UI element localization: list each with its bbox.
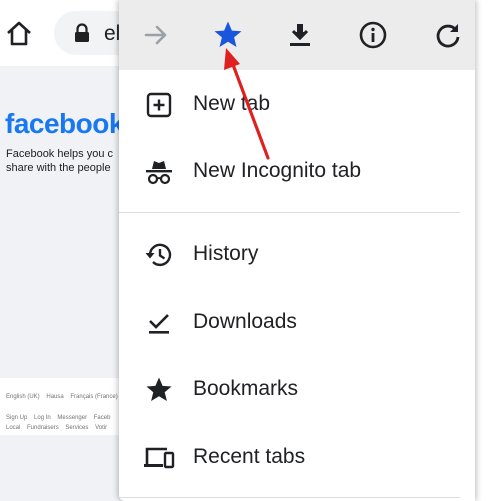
menu-divider	[119, 212, 460, 213]
download-icon[interactable]	[277, 12, 323, 58]
footer-link[interactable]: Messenger	[57, 415, 87, 421]
page-edge	[475, 0, 493, 501]
menu-item-label: New tab	[193, 92, 271, 115]
home-icon[interactable]	[4, 18, 34, 48]
menu-item-label: Recent tabs	[193, 445, 306, 468]
history-icon	[143, 239, 175, 271]
downloads-check-icon	[143, 307, 175, 339]
language-link[interactable]: Français (France)	[70, 394, 117, 400]
info-icon[interactable]	[350, 12, 396, 58]
facebook-logo: facebook	[5, 108, 124, 139]
devices-icon	[143, 442, 175, 474]
footer-link[interactable]: Sign Up	[6, 415, 27, 421]
language-list: English (UK) Hausa Français (France)	[6, 394, 123, 400]
menu-item-label: History	[193, 242, 259, 265]
footer-link[interactable]: Fundraisers	[27, 425, 59, 431]
menu-item-history[interactable]: History	[119, 224, 475, 284]
language-link[interactable]: Hausa	[46, 394, 63, 400]
arrow-forward-icon[interactable]	[133, 12, 179, 58]
new-tab-icon	[143, 89, 175, 121]
footer-link[interactable]: Services	[65, 425, 88, 431]
footer-link[interactable]: Votir	[95, 425, 107, 431]
facebook-tagline: Facebook helps you c share with the peop…	[6, 147, 121, 175]
overflow-menu: New tab New Incognito tab History Downlo…	[119, 0, 475, 501]
star-icon[interactable]	[205, 12, 251, 58]
menu-divider	[119, 497, 460, 498]
bookmarks-star-icon	[143, 374, 175, 406]
url-text: el	[104, 22, 121, 45]
menu-item-label: Bookmarks	[193, 377, 299, 400]
menu-item-label: New Incognito tab	[193, 159, 362, 182]
menu-item-downloads[interactable]: Downloads	[119, 292, 475, 352]
menu-item-new-incognito-tab[interactable]: New Incognito tab	[119, 141, 475, 201]
footer-links: Sign Up Log In Messenger Faceb Local Fun…	[6, 413, 115, 433]
footer-link[interactable]: Log In	[34, 415, 51, 421]
refresh-icon[interactable]	[425, 12, 471, 58]
footer-link[interactable]: Faceb	[94, 415, 111, 421]
menu-item-bookmarks[interactable]: Bookmarks	[119, 359, 475, 419]
menu-item-recent-tabs[interactable]: Recent tabs	[119, 427, 475, 487]
language-link[interactable]: English (UK)	[6, 394, 40, 400]
footer-link[interactable]: Local	[6, 425, 20, 431]
lock-icon	[74, 23, 90, 48]
menu-item-new-tab[interactable]: New tab	[119, 74, 475, 134]
tagline-line: share with the people	[6, 162, 111, 174]
menu-toolbar	[119, 0, 475, 70]
tagline-line: Facebook helps you c	[6, 148, 114, 160]
menu-item-label: Downloads	[193, 310, 297, 333]
incognito-icon	[143, 156, 175, 188]
